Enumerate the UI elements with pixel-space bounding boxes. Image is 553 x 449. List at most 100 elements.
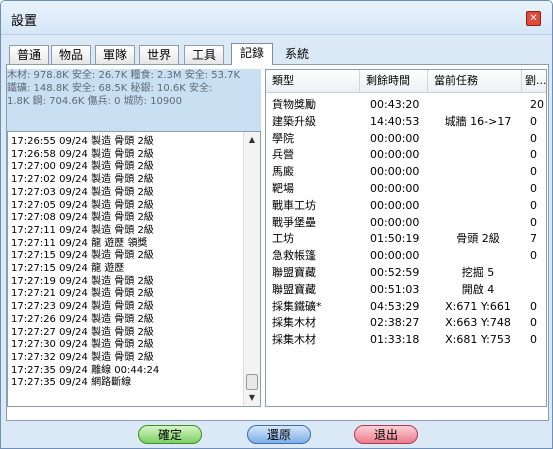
cell-type: 馬廄 bbox=[272, 165, 294, 179]
table-row[interactable]: 靶場 00:00:00 0 bbox=[266, 181, 546, 197]
table-row[interactable]: 急救帳篷 00:00:00 0 bbox=[266, 248, 546, 264]
cell-remaining: 00:00:00 bbox=[370, 131, 420, 145]
cell-remaining: 00:00:00 bbox=[370, 148, 420, 162]
log-entry: 17:27:11 09/24 龍 遊歷 領獎 bbox=[11, 237, 148, 249]
cell-task: 骨頭 2級 bbox=[456, 232, 500, 246]
cell-remaining: 00:00:00 bbox=[370, 165, 420, 179]
table-row[interactable]: 建築升級 14:40:53 城牆 16->17 0 bbox=[266, 114, 546, 130]
tab-army[interactable]: 軍隊 bbox=[95, 45, 135, 64]
cell-extra: 0 bbox=[530, 148, 537, 162]
log-entry: 17:27:21 09/24 製造 骨頭 2級 bbox=[11, 288, 154, 300]
log-entry: 17:26:58 09/24 製造 骨頭 2級 bbox=[11, 148, 154, 160]
cell-remaining: 04:53:29 bbox=[370, 299, 420, 313]
cell-remaining: 00:00:00 bbox=[370, 182, 420, 195]
cell-extra: 0 bbox=[530, 131, 537, 145]
task-table: 類型 剩餘時間 當前任務 劉... 貨物獎勵 00:43:20 20 建築升級 14:4… bbox=[265, 69, 547, 407]
tab-world[interactable]: 世界 bbox=[139, 45, 179, 64]
log-scrollbar[interactable]: ▲ ▼ bbox=[243, 132, 260, 406]
log-entry: 17:27:00 09/24 製造 骨頭 2級 bbox=[11, 161, 154, 173]
tab-tools[interactable]: 工具 bbox=[184, 45, 224, 64]
table-row[interactable]: 採集木材 01:33:18 X:681 Y:753 0 bbox=[266, 332, 546, 348]
cell-extra: 7 bbox=[530, 232, 537, 246]
cell-remaining: 01:33:18 bbox=[370, 333, 420, 347]
log-entry: 17:27:35 09/24 離線 00:44:24 bbox=[11, 364, 160, 376]
resource-line: 1.8K 鋼: 704.6K 傷兵: 0 城防: 10900 bbox=[7, 96, 182, 107]
cell-type: 戰爭堡壘 bbox=[272, 215, 316, 229]
table-row[interactable]: 貨物獎勵 00:43:20 20 bbox=[266, 97, 546, 113]
table-row[interactable]: 戰車工坊 00:00:00 0 bbox=[266, 198, 546, 214]
cell-extra: 0 bbox=[530, 165, 537, 179]
log-entry: 17:27:19 09/24 製造 骨頭 2級 bbox=[11, 275, 154, 287]
cell-type: 聯盟寶藏 bbox=[272, 266, 316, 279]
cell-type: 採集鐵礦* bbox=[272, 299, 322, 313]
cell-remaining: 14:40:53 bbox=[370, 114, 420, 128]
table-row[interactable]: 採集木材 02:38:27 X:663 Y:748 0 bbox=[266, 315, 546, 331]
cell-task: X:681 Y:753 bbox=[445, 333, 511, 347]
table-row[interactable]: 聯盟寶藏 00:51:03 開啟 4 bbox=[266, 282, 546, 298]
cell-type: 聯盟寶藏 bbox=[272, 282, 316, 296]
column-header-remaining[interactable]: 剩餘時間 bbox=[360, 70, 428, 92]
log-entry: 17:27:23 09/24 製造 骨頭 2級 bbox=[11, 301, 154, 313]
cell-extra: 0 bbox=[530, 182, 537, 195]
table-row[interactable]: 馬廄 00:00:00 0 bbox=[266, 164, 546, 180]
cell-type: 工坊 bbox=[272, 232, 294, 246]
cell-remaining: 00:00:00 bbox=[370, 198, 420, 212]
cell-remaining: 02:38:27 bbox=[370, 316, 420, 330]
table-header: 類型 剩餘時間 當前任務 劉... bbox=[266, 70, 546, 93]
activity-log[interactable]: ▲ ▼ 17:26:55 09/24 製造 骨頭 2級 17:26:58 09/2… bbox=[7, 131, 261, 407]
log-entry: 17:26:55 09/24 製造 骨頭 2級 bbox=[11, 136, 154, 147]
title-bar: 設置 ✕ bbox=[1, 1, 552, 35]
table-row[interactable]: 兵營 00:00:00 0 bbox=[266, 147, 546, 163]
cell-type: 貨物獎勵 bbox=[272, 98, 316, 111]
log-entry: 17:27:08 09/24 製造 骨頭 2級 bbox=[11, 212, 154, 224]
cell-extra: 20 bbox=[530, 98, 544, 111]
cell-remaining: 01:50:19 bbox=[370, 232, 420, 246]
cell-remaining: 00:52:59 bbox=[370, 266, 420, 279]
column-header-task[interactable]: 當前任務 bbox=[428, 70, 522, 92]
log-entry: 17:27:27 09/24 製造 骨頭 2級 bbox=[11, 326, 154, 338]
table-row[interactable]: 工坊 01:50:19 骨頭 2級 7 bbox=[266, 231, 546, 247]
column-header-type[interactable]: 類型 bbox=[266, 70, 360, 92]
cell-task: 挖掘 5 bbox=[461, 266, 495, 279]
table-row[interactable]: 採集鐵礦* 04:53:29 X:671 Y:661 0 bbox=[266, 299, 546, 315]
log-entry: 17:27:15 09/24 龍 遊歷 bbox=[11, 263, 125, 274]
resource-summary: 木材: 978.8K 安全: 26.7K 糧食: 2.3M 安全: 53.7K … bbox=[7, 69, 261, 131]
reset-button[interactable]: 還原 bbox=[247, 425, 311, 444]
cell-type: 建築升級 bbox=[272, 114, 316, 128]
cell-extra: 0 bbox=[530, 299, 537, 313]
log-entry: 17:27:05 09/24 製造 骨頭 2級 bbox=[11, 199, 154, 211]
window-title: 設置 bbox=[11, 14, 38, 29]
table-row[interactable]: 戰爭堡壘 00:00:00 0 bbox=[266, 215, 546, 231]
tab-records[interactable]: 記錄 bbox=[231, 43, 273, 65]
scroll-thumb[interactable] bbox=[246, 374, 258, 390]
cell-extra: 0 bbox=[530, 316, 537, 330]
scroll-down-icon[interactable]: ▼ bbox=[246, 392, 258, 404]
cell-extra: 0 bbox=[530, 333, 537, 347]
table-row[interactable]: 聯盟寶藏 00:52:59 挖掘 5 bbox=[266, 265, 546, 281]
cell-task: 開啟 4 bbox=[461, 282, 495, 296]
log-entry: 17:27:35 09/24 網路斷線 bbox=[11, 377, 132, 389]
log-entry: 17:27:32 09/24 製造 骨頭 2級 bbox=[11, 351, 154, 363]
log-entry: 17:27:03 09/24 製造 骨頭 2級 bbox=[11, 186, 154, 198]
log-entry: 17:27:26 09/24 製造 骨頭 2級 bbox=[11, 313, 154, 325]
table-row[interactable]: 學院 00:00:00 0 bbox=[266, 131, 546, 147]
log-entry: 17:27:15 09/24 製造 骨頭 2級 bbox=[11, 250, 154, 262]
exit-button[interactable]: 退出 bbox=[354, 425, 418, 444]
close-icon[interactable]: ✕ bbox=[526, 11, 541, 26]
scroll-up-icon[interactable]: ▲ bbox=[246, 134, 258, 146]
cell-remaining: 00:51:03 bbox=[370, 282, 420, 296]
cell-type: 採集木材 bbox=[272, 333, 316, 347]
cell-extra: 0 bbox=[530, 198, 537, 212]
cell-remaining: 00:00:00 bbox=[370, 249, 420, 263]
tab-system[interactable]: 系統 bbox=[276, 45, 318, 64]
cell-task: 城牆 16->17 bbox=[444, 114, 512, 128]
tab-general[interactable]: 普通 bbox=[9, 45, 49, 64]
ok-button[interactable]: 確定 bbox=[138, 425, 202, 444]
tab-items[interactable]: 物品 bbox=[51, 45, 91, 64]
cell-type: 兵營 bbox=[272, 148, 294, 162]
column-header-extra[interactable]: 劉... bbox=[522, 70, 546, 92]
cell-type: 採集木材 bbox=[272, 316, 316, 330]
cell-remaining: 00:00:00 bbox=[370, 215, 420, 229]
cell-type: 學院 bbox=[272, 131, 294, 145]
cell-remaining: 00:43:20 bbox=[370, 98, 420, 111]
